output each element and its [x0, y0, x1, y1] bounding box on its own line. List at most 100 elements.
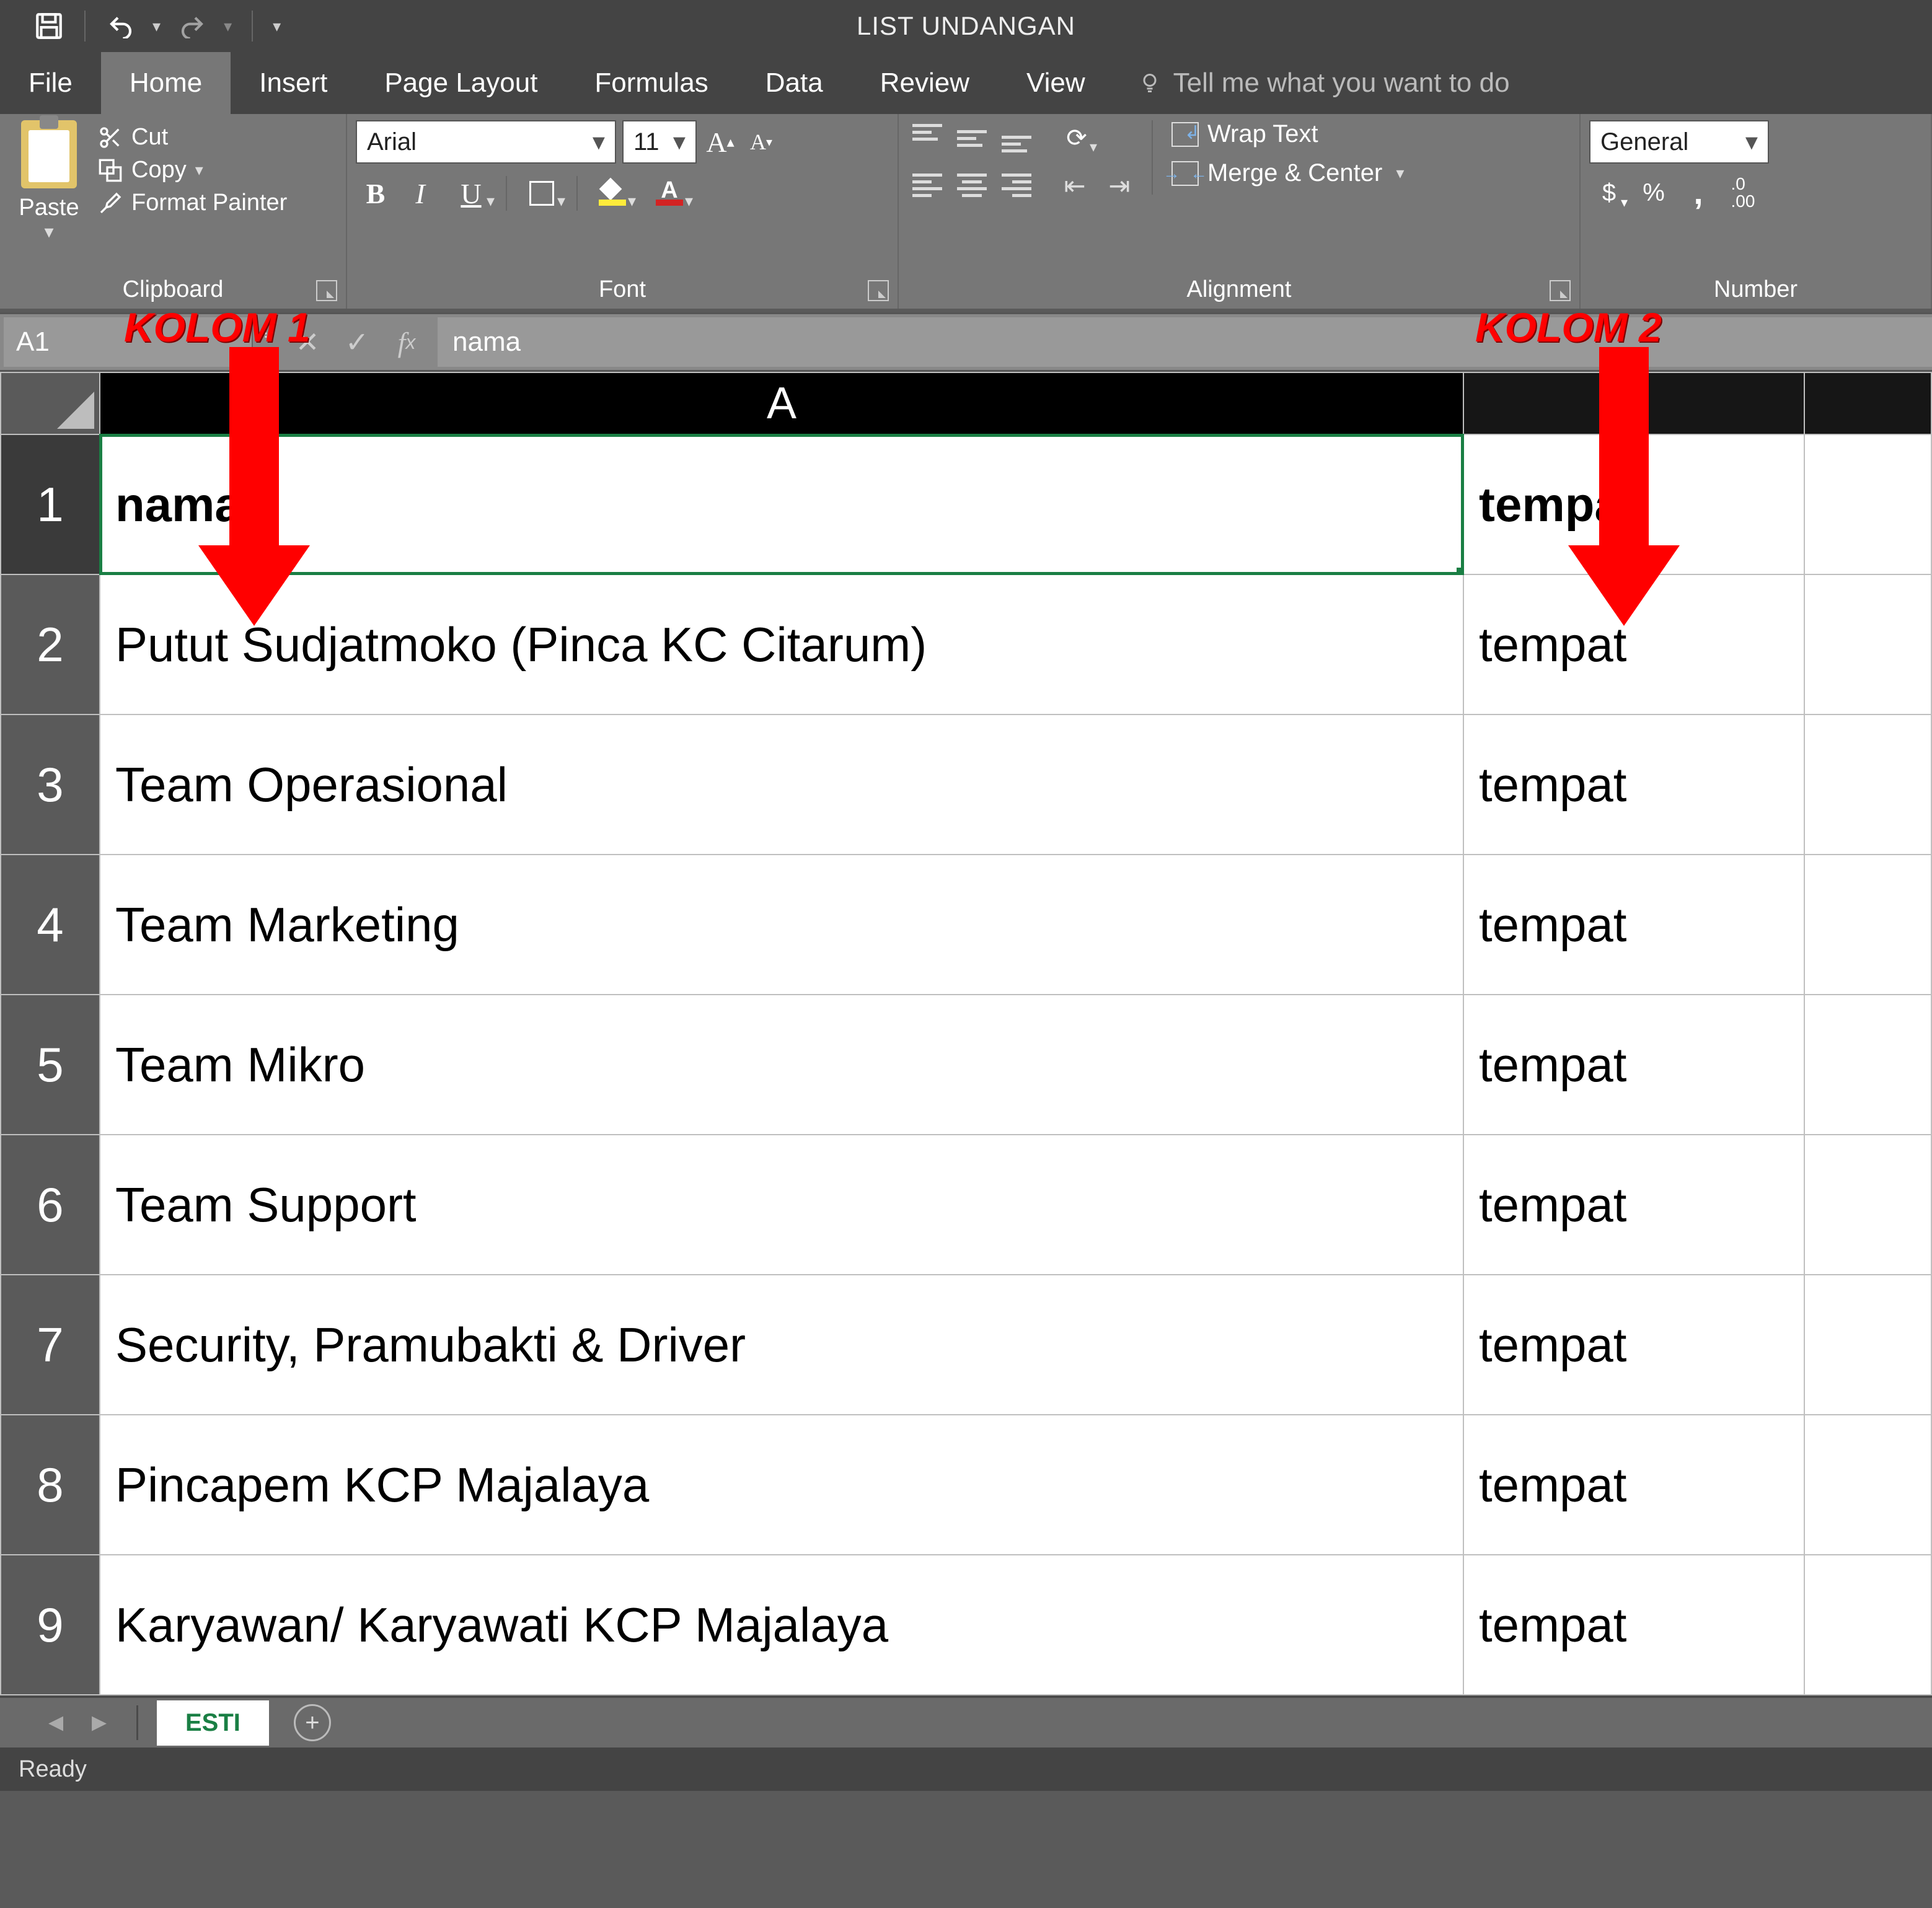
cut-button[interactable]: Cut: [98, 124, 287, 151]
wrap-text-button[interactable]: Wrap Text: [1171, 120, 1404, 148]
paste-dropdown-icon[interactable]: ▾: [44, 221, 53, 243]
cell[interactable]: tempat: [1463, 855, 1804, 995]
paste-button[interactable]: Paste ▾: [9, 120, 89, 243]
cell[interactable]: [1804, 1415, 1931, 1555]
column-header-c[interactable]: [1804, 372, 1931, 434]
row-header[interactable]: 3: [1, 714, 100, 855]
increase-decimal-icon[interactable]: .0.00: [1723, 175, 1763, 211]
name-box-dropdown-icon[interactable]: ⁞▾: [252, 317, 283, 367]
cell[interactable]: [1804, 995, 1931, 1135]
save-icon[interactable]: [33, 11, 64, 42]
align-top-icon[interactable]: [907, 120, 947, 156]
add-sheet-icon[interactable]: +: [294, 1704, 331, 1741]
row-header[interactable]: 6: [1, 1135, 100, 1275]
font-name-combo[interactable]: Arial▾: [356, 120, 616, 164]
cell[interactable]: Team Support: [100, 1135, 1463, 1275]
chevron-down-icon[interactable]: ▾: [1396, 164, 1404, 183]
tab-insert[interactable]: Insert: [231, 52, 356, 114]
sheet-tab-active[interactable]: ESTI: [157, 1700, 269, 1746]
format-painter-button[interactable]: Format Painter: [98, 190, 287, 216]
copy-button[interactable]: Copy ▾: [98, 157, 287, 183]
border-button[interactable]: [516, 175, 568, 212]
tell-me-search[interactable]: Tell me what you want to do: [1114, 52, 1510, 114]
row-header[interactable]: 9: [1, 1555, 100, 1695]
cell[interactable]: [1804, 1135, 1931, 1275]
cell[interactable]: Team Operasional: [100, 714, 1463, 855]
increase-font-icon[interactable]: A▴: [703, 125, 738, 159]
align-right-icon[interactable]: [997, 167, 1036, 203]
cell[interactable]: tempat: [1463, 1135, 1804, 1275]
cell[interactable]: nama: [100, 434, 1463, 574]
cell[interactable]: [1804, 1555, 1931, 1695]
row-header[interactable]: 7: [1, 1275, 100, 1415]
row-header[interactable]: 8: [1, 1415, 100, 1555]
tab-page-layout[interactable]: Page Layout: [356, 52, 566, 114]
font-size-combo[interactable]: 11▾: [622, 120, 697, 164]
cell[interactable]: tempat: [1463, 1415, 1804, 1555]
tab-review[interactable]: Review: [852, 52, 998, 114]
decrease-indent-icon[interactable]: ⇤: [1055, 167, 1095, 203]
row-header[interactable]: 5: [1, 995, 100, 1135]
align-center-icon[interactable]: [952, 167, 992, 203]
number-format-combo[interactable]: General▾: [1589, 120, 1769, 164]
undo-icon[interactable]: [105, 11, 136, 42]
column-header-b[interactable]: B: [1463, 372, 1804, 434]
decrease-font-icon[interactable]: A▾: [744, 125, 779, 159]
comma-format-icon[interactable]: ,: [1678, 175, 1718, 211]
cell[interactable]: Putut Sudjatmoko (Pinca KC Citarum): [100, 574, 1463, 714]
alignment-dialog-launcher-icon[interactable]: [1550, 280, 1571, 301]
percent-format-icon[interactable]: %: [1634, 175, 1674, 211]
column-header-a[interactable]: A: [100, 372, 1463, 434]
tab-view[interactable]: View: [998, 52, 1114, 114]
merge-center-button[interactable]: Merge & Center ▾: [1171, 159, 1404, 187]
orientation-button[interactable]: ⟳: [1055, 120, 1098, 156]
redo-icon[interactable]: [177, 11, 208, 42]
cancel-formula-icon[interactable]: ✕: [283, 317, 332, 367]
tab-home[interactable]: Home: [101, 52, 231, 114]
sheet-nav-prev-icon[interactable]: ◄: [37, 1709, 74, 1737]
undo-dropdown-icon[interactable]: ▾: [152, 17, 161, 36]
cell[interactable]: tempat: [1463, 1275, 1804, 1415]
formula-input[interactable]: nama: [438, 317, 1932, 367]
qat-customize-icon[interactable]: ▾: [273, 17, 281, 36]
sheet-nav-next-icon[interactable]: ►: [81, 1709, 118, 1737]
cell[interactable]: tempat: [1463, 574, 1804, 714]
cell[interactable]: tempat: [1463, 714, 1804, 855]
increase-indent-icon[interactable]: ⇥: [1100, 167, 1139, 203]
cell[interactable]: tempat: [1463, 995, 1804, 1135]
row-header[interactable]: 1: [1, 434, 100, 574]
bold-button[interactable]: B: [356, 175, 395, 212]
fill-color-button[interactable]: [586, 175, 638, 212]
row-header[interactable]: 4: [1, 855, 100, 995]
clipboard-dialog-launcher-icon[interactable]: [316, 280, 337, 301]
cell[interactable]: Karyawan/ Karyawati KCP Majalaya: [100, 1555, 1463, 1695]
align-left-icon[interactable]: [907, 167, 947, 203]
cell[interactable]: Security, Pramubakti & Driver: [100, 1275, 1463, 1415]
tab-data[interactable]: Data: [737, 52, 852, 114]
cell[interactable]: [1804, 855, 1931, 995]
redo-dropdown-icon[interactable]: ▾: [224, 17, 232, 36]
insert-function-icon[interactable]: fx: [382, 317, 431, 367]
cell[interactable]: tempat: [1463, 1555, 1804, 1695]
tab-formulas[interactable]: Formulas: [566, 52, 736, 114]
cell[interactable]: [1804, 434, 1931, 574]
align-middle-icon[interactable]: [952, 120, 992, 156]
cell[interactable]: Team Marketing: [100, 855, 1463, 995]
underline-button[interactable]: U: [445, 175, 497, 212]
font-color-button[interactable]: A: [643, 175, 695, 212]
cell[interactable]: [1804, 1275, 1931, 1415]
accounting-format-icon[interactable]: $▾: [1589, 175, 1629, 211]
font-dialog-launcher-icon[interactable]: [868, 280, 889, 301]
cell[interactable]: [1804, 714, 1931, 855]
cell[interactable]: tempat: [1463, 434, 1804, 574]
cell[interactable]: [1804, 574, 1931, 714]
row-header[interactable]: 2: [1, 574, 100, 714]
align-bottom-icon[interactable]: [997, 120, 1036, 156]
copy-dropdown-icon[interactable]: ▾: [195, 160, 203, 180]
cell[interactable]: Team Mikro: [100, 995, 1463, 1135]
tab-file[interactable]: File: [0, 52, 101, 114]
name-box[interactable]: A1: [4, 317, 252, 367]
enter-formula-icon[interactable]: ✓: [332, 317, 382, 367]
cell[interactable]: Pincapem KCP Majalaya: [100, 1415, 1463, 1555]
select-all-corner[interactable]: [1, 372, 100, 434]
